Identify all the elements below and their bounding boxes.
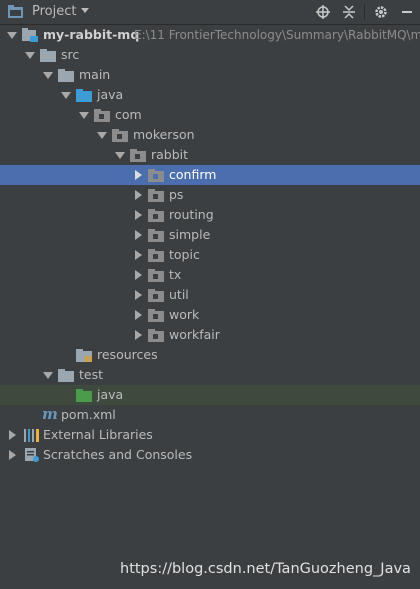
toolbar-separator <box>364 4 365 20</box>
collapsed-arrow-icon[interactable] <box>7 430 17 440</box>
package-icon <box>148 189 164 202</box>
tree-node-test[interactable]: test <box>0 365 420 385</box>
collapsed-arrow-icon[interactable] <box>133 310 143 320</box>
tree-node-util[interactable]: util <box>0 285 420 305</box>
tree-node-resources[interactable]: resources <box>0 345 420 365</box>
collapsed-arrow-icon[interactable] <box>133 270 143 280</box>
tree-label: External Libraries <box>43 427 153 442</box>
expanded-arrow-icon[interactable] <box>43 370 53 380</box>
tree-label: src <box>61 47 80 62</box>
package-icon <box>148 229 164 242</box>
expanded-arrow-icon[interactable] <box>115 150 125 160</box>
tree-label: routing <box>169 207 214 222</box>
gear-icon[interactable] <box>372 3 390 21</box>
tree-label: java <box>97 387 124 402</box>
package-icon <box>112 129 128 142</box>
collapsed-arrow-icon[interactable] <box>133 230 143 240</box>
package-icon <box>130 149 146 162</box>
package-icon <box>148 329 164 342</box>
package-icon <box>148 289 164 302</box>
tree-node-main[interactable]: main <box>0 65 420 85</box>
tree-label: main <box>79 67 111 82</box>
test-source-folder-icon <box>76 389 92 402</box>
tree-node-com[interactable]: com <box>0 105 420 125</box>
tree-label: com <box>115 107 142 122</box>
module-icon <box>22 28 38 42</box>
tree-label: test <box>79 367 104 382</box>
project-toolbar: Project <box>0 0 420 25</box>
project-view-label[interactable]: Project <box>32 4 76 19</box>
package-icon <box>148 209 164 222</box>
tree-label: topic <box>169 247 200 262</box>
tree-label: tx <box>169 267 182 282</box>
tree-node-project[interactable]: my-rabbit-mq E:\11 FrontierTechnology\Su… <box>0 25 420 45</box>
tree-node-external-libraries[interactable]: External Libraries <box>0 425 420 445</box>
collapsed-arrow-icon[interactable] <box>133 330 143 340</box>
maven-icon: m <box>42 405 58 423</box>
tree-node-routing[interactable]: routing <box>0 205 420 225</box>
project-name: my-rabbit-mq <box>43 27 140 42</box>
package-icon <box>148 169 164 182</box>
expanded-arrow-icon[interactable] <box>61 90 71 100</box>
package-icon <box>148 249 164 262</box>
tree-node-simple[interactable]: simple <box>0 225 420 245</box>
tree-node-test-java[interactable]: java <box>0 385 420 405</box>
expanded-arrow-icon[interactable] <box>7 30 17 40</box>
package-icon <box>148 269 164 282</box>
tree-node-scratches[interactable]: Scratches and Consoles <box>0 445 420 465</box>
folder-icon <box>58 369 74 382</box>
collapsed-arrow-icon[interactable] <box>133 210 143 220</box>
resources-folder-icon <box>76 349 92 362</box>
hide-panel-icon[interactable] <box>398 3 416 21</box>
tree-node-rabbit[interactable]: rabbit <box>0 145 420 165</box>
tree-node-java[interactable]: java <box>0 85 420 105</box>
collapsed-arrow-icon[interactable] <box>133 170 143 180</box>
tree-node-work[interactable]: work <box>0 305 420 325</box>
library-icon <box>24 429 39 442</box>
collapsed-arrow-icon[interactable] <box>133 290 143 300</box>
collapsed-arrow-icon[interactable] <box>133 250 143 260</box>
tree-label: rabbit <box>151 147 189 162</box>
scratches-icon <box>25 448 39 462</box>
tree-label: confirm <box>169 167 217 182</box>
tree-label: Scratches and Consoles <box>43 447 193 462</box>
expanded-arrow-icon[interactable] <box>79 110 89 120</box>
tree-label: mokerson <box>133 127 195 142</box>
tree-node-workfair[interactable]: workfair <box>0 325 420 345</box>
tree-node-confirm[interactable]: confirm <box>0 165 420 185</box>
tree-node-mokerson[interactable]: mokerson <box>0 125 420 145</box>
expanded-arrow-icon[interactable] <box>25 50 35 60</box>
folder-icon <box>40 49 56 62</box>
tree-label: ps <box>169 187 184 202</box>
tree-node-tx[interactable]: tx <box>0 265 420 285</box>
package-icon <box>148 309 164 322</box>
tree-label: java <box>97 87 124 102</box>
folder-icon <box>8 5 23 18</box>
tree-label: work <box>169 307 200 322</box>
collapse-all-icon[interactable] <box>340 3 358 21</box>
folder-icon <box>58 69 74 82</box>
tree-label: util <box>169 287 189 302</box>
tree-node-pom[interactable]: m pom.xml <box>0 405 420 425</box>
collapsed-arrow-icon[interactable] <box>133 190 143 200</box>
tree-label: resources <box>97 347 158 362</box>
source-folder-icon <box>76 89 92 102</box>
tree-node-src[interactable]: src <box>0 45 420 65</box>
tree-label: workfair <box>169 327 220 342</box>
expanded-arrow-icon[interactable] <box>97 130 107 140</box>
tree-label: simple <box>169 227 211 242</box>
locate-icon[interactable] <box>314 3 332 21</box>
expanded-arrow-icon[interactable] <box>43 70 53 80</box>
tree-label: pom.xml <box>61 407 116 422</box>
watermark-text: https://blog.csdn.net/TanGuozheng_Java <box>120 561 411 577</box>
collapsed-arrow-icon[interactable] <box>7 450 17 460</box>
package-icon <box>94 109 110 122</box>
project-path: E:\11 FrontierTechnology\Summary\RabbitM… <box>134 28 420 42</box>
tree-node-topic[interactable]: topic <box>0 245 420 265</box>
tree-node-ps[interactable]: ps <box>0 185 420 205</box>
chevron-down-icon[interactable] <box>80 7 90 15</box>
